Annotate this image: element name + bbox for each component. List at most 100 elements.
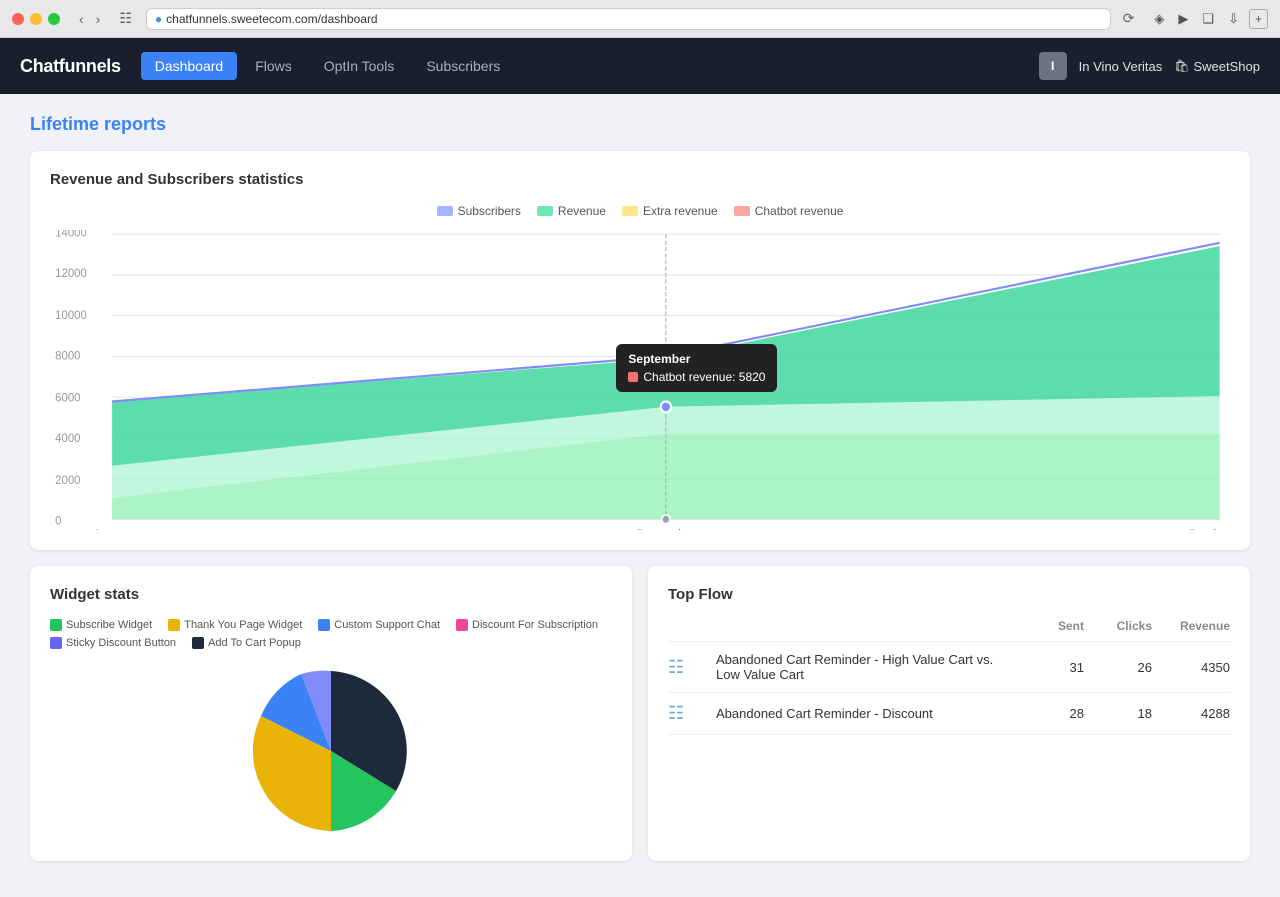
dot-custom-chat [318,619,330,631]
col-sent-header: Sent [1024,619,1084,633]
label-discount-sub: Discount For Subscription [472,619,598,631]
traffic-light-red[interactable] [12,13,24,25]
label-subscribe-widget: Subscribe Widget [66,619,152,631]
flow-name-1: Abandoned Cart Reminder - High Value Car… [716,652,1016,682]
dot-thank-you [168,619,180,631]
browser-chrome: ‹ › ☷ ● chatfunnels.sweetecom.com/dashbo… [0,0,1280,38]
top-flow-card: Top Flow Sent Clicks Revenue ☷ Abandoned… [648,566,1250,861]
nav-links: Dashboard Flows OptIn Tools Subscribers [141,52,1039,80]
flow-sent-2: 28 [1024,706,1084,721]
widget-legend: Subscribe Widget Thank You Page Widget C… [50,619,612,649]
flow-name-2: Abandoned Cart Reminder - Discount [716,706,1016,721]
chart-card: Revenue and Subscribers statistics Subsc… [30,151,1250,550]
play-icon[interactable]: ▶ [1174,9,1192,29]
top-flow-title: Top Flow [668,586,1230,603]
user-badge: I [1039,52,1067,80]
shop-icon: 🛍 [1174,59,1189,73]
flow-clicks-2: 18 [1092,706,1152,721]
back-button[interactable]: ‹ [74,9,89,29]
nav-flows[interactable]: Flows [241,52,306,80]
label-thank-you: Thank You Page Widget [184,619,302,631]
legend-extra-revenue: Extra revenue [622,204,718,218]
legend-label-subscribers: Subscribers [458,204,521,218]
svg-text:0: 0 [55,515,61,527]
table-header: Sent Clicks Revenue [668,619,1230,642]
svg-text:August: August [93,527,132,530]
nav-arrows: ‹ › [74,9,105,29]
legend-subscribers: Subscribers [437,204,521,218]
pie-svg [231,661,431,841]
legend-dot-subscribers [437,206,453,216]
navbar: Chatfunnels Dashboard Flows OptIn Tools … [0,38,1280,94]
flow-icon-1: ☷ [668,657,708,678]
chart-title: Revenue and Subscribers statistics [50,171,1230,188]
legend-label-chatbot-revenue: Chatbot revenue [755,204,844,218]
legend-revenue: Revenue [537,204,606,218]
label-custom-chat: Custom Support Chat [334,619,440,631]
widget-stats-card: Widget stats Subscribe Widget Thank You … [30,566,632,861]
nav-optin-tools[interactable]: OptIn Tools [310,52,409,80]
sidebar-button[interactable]: ☷ [113,8,138,29]
shield-icon[interactable]: ◈ [1150,9,1168,29]
pie-chart-area [50,661,612,841]
flow-clicks-1: 26 [1092,660,1152,675]
legend-dot-revenue [537,206,553,216]
flow-revenue-2: 4288 [1160,706,1230,721]
shop-name: 🛍 SweetShop [1174,59,1260,74]
secure-icon: ● [155,12,162,26]
page-title: Lifetime reports [30,114,1250,135]
svg-text:14000: 14000 [55,230,87,239]
chart-svg: 0 2000 4000 6000 8000 10000 12000 14000 [50,230,1230,530]
label-sticky-discount: Sticky Discount Button [66,637,176,649]
svg-text:8000: 8000 [55,350,80,362]
svg-text:6000: 6000 [55,392,80,404]
legend-discount-sub: Discount For Subscription [456,619,598,631]
brand-logo: Chatfunnels [20,56,121,77]
user-name: In Vino Veritas [1079,59,1163,74]
dot-cart-popup [192,637,204,649]
svg-text:September: September [636,527,697,530]
bookmark-icon[interactable]: ❏ [1198,9,1218,29]
extensions-button[interactable]: + [1249,9,1268,29]
url-text: chatfunnels.sweetecom.com/dashboard [166,12,377,26]
col-revenue-header: Revenue [1160,619,1230,633]
chart-area: 0 2000 4000 6000 8000 10000 12000 14000 [50,230,1230,530]
nav-subscribers[interactable]: Subscribers [412,52,514,80]
refresh-button[interactable]: ⟳ [1123,10,1135,27]
forward-button[interactable]: › [91,9,106,29]
legend-custom-chat: Custom Support Chat [318,619,440,631]
col-clicks-header: Clicks [1092,619,1152,633]
nav-right: I In Vino Veritas 🛍 SweetShop [1039,52,1260,80]
traffic-light-yellow[interactable] [30,13,42,25]
legend-thank-you: Thank You Page Widget [168,619,302,631]
table-row: ☷ Abandoned Cart Reminder - Discount 28 … [668,693,1230,735]
browser-actions: ◈ ▶ ❏ ⇩ + [1150,9,1268,29]
legend-dot-extra-revenue [622,206,638,216]
dot-subscribe-widget [50,619,62,631]
svg-text:October: October [1187,527,1230,530]
address-bar[interactable]: ● chatfunnels.sweetecom.com/dashboard [146,8,1111,30]
legend-sticky-discount: Sticky Discount Button [50,637,176,649]
label-cart-popup: Add To Cart Popup [208,637,301,649]
traffic-lights [12,13,60,25]
legend-cart-popup: Add To Cart Popup [192,637,301,649]
dot-sticky-discount [50,637,62,649]
svg-text:2000: 2000 [55,475,80,487]
traffic-light-green[interactable] [48,13,60,25]
legend-label-revenue: Revenue [558,204,606,218]
bottom-row: Widget stats Subscribe Widget Thank You … [30,566,1250,877]
legend-dot-chatbot-revenue [734,206,750,216]
widget-stats-title: Widget stats [50,586,612,603]
legend-chatbot-revenue: Chatbot revenue [734,204,844,218]
download-icon[interactable]: ⇩ [1224,9,1243,29]
chart-legend: Subscribers Revenue Extra revenue Chatbo… [50,204,1230,218]
flow-sent-1: 31 [1024,660,1084,675]
svg-text:10000: 10000 [55,310,87,322]
dot-discount-sub [456,619,468,631]
svg-text:4000: 4000 [55,433,80,445]
nav-dashboard[interactable]: Dashboard [141,52,238,80]
flow-revenue-1: 4350 [1160,660,1230,675]
svg-text:12000: 12000 [55,268,87,280]
legend-label-extra-revenue: Extra revenue [643,204,718,218]
page-content: Lifetime reports Revenue and Subscribers… [0,94,1280,897]
